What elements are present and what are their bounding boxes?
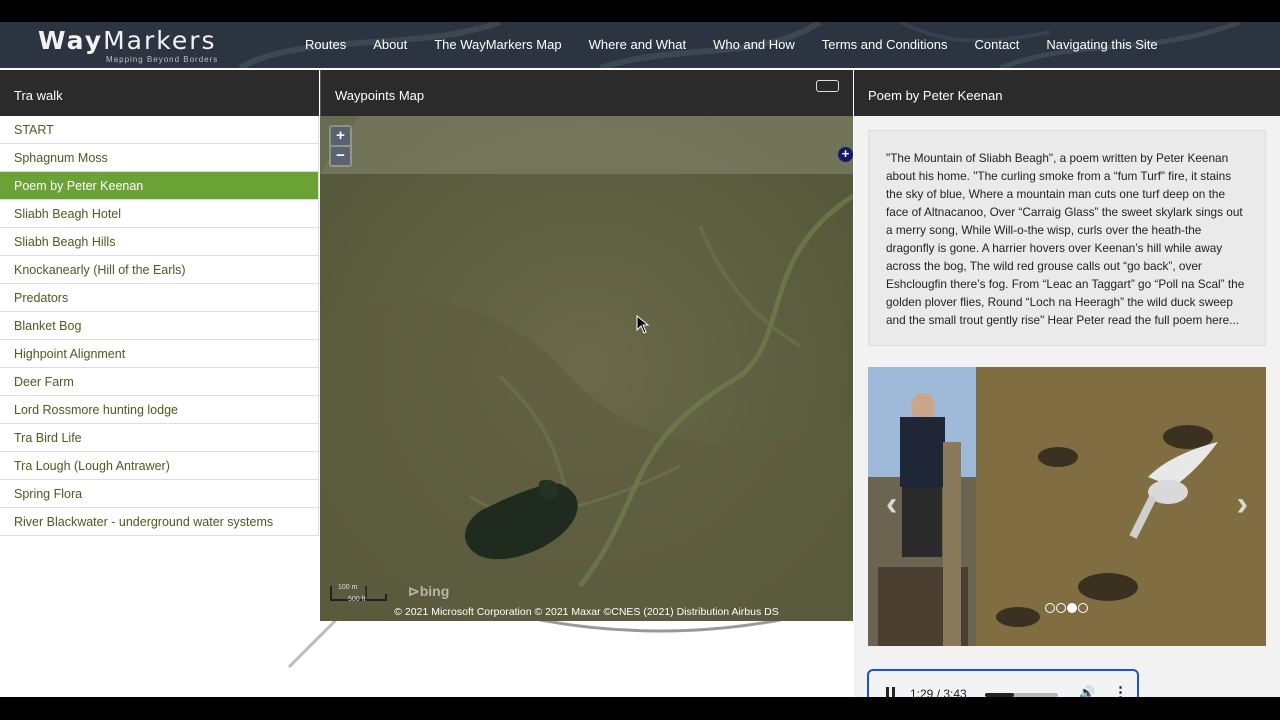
- carousel-prev-icon[interactable]: ‹: [886, 485, 897, 524]
- audio-player: 1:29 / 3:43 🔊 ⋮: [867, 669, 1139, 697]
- detail-title: Poem by Peter Keenan: [854, 70, 1280, 116]
- list-item[interactable]: Highpoint Alignment: [0, 340, 319, 368]
- scale-label-imperial: 500 ft: [348, 596, 366, 603]
- map-shadow-arc: [540, 620, 780, 633]
- audio-time: 1:29 / 3:43: [910, 687, 967, 697]
- fullscreen-button[interactable]: [816, 80, 839, 92]
- decorative-line: [287, 617, 339, 669]
- list-item[interactable]: Sphagnum Moss: [0, 144, 319, 172]
- list-item[interactable]: Deer Farm: [0, 368, 319, 396]
- detail-panel: Poem by Peter Keenan "The Mountain of Sl…: [854, 70, 1280, 697]
- map-copyright: © 2021 Microsoft Corporation © 2021 Maxa…: [394, 606, 779, 618]
- nav-routes[interactable]: Routes: [305, 37, 346, 52]
- volume-icon[interactable]: 🔊: [1079, 685, 1095, 697]
- list-item[interactable]: Sliabh Beagh Hotel: [0, 200, 319, 228]
- zoom-out-button[interactable]: −: [331, 147, 350, 165]
- add-tool-icon[interactable]: +: [838, 147, 853, 162]
- carousel-dot[interactable]: [1045, 603, 1055, 613]
- scale-label-metric: 100 m: [338, 584, 358, 591]
- main-nav: Routes About The WayMarkers Map Where an…: [305, 37, 1185, 52]
- list-item[interactable]: Tra Lough (Lough Antrawer): [0, 452, 319, 480]
- site-header: WayMarkers Mapping Beyond Borders Routes…: [0, 22, 1280, 68]
- list-item[interactable]: River Blackwater - underground water sys…: [0, 508, 319, 536]
- map-panel-title: Waypoints Map: [320, 70, 853, 116]
- logo[interactable]: WayMarkers: [38, 26, 217, 55]
- nav-terms[interactable]: Terms and Conditions: [822, 37, 948, 52]
- carousel-next-icon[interactable]: ›: [1237, 485, 1248, 524]
- image-carousel[interactable]: ‹ ›: [868, 367, 1266, 646]
- list-item[interactable]: Sliabh Beagh Hills: [0, 228, 319, 256]
- audio-progress[interactable]: [985, 693, 1058, 697]
- nav-waymarkers-map[interactable]: The WayMarkers Map: [434, 37, 561, 52]
- list-item[interactable]: Predators: [0, 284, 319, 312]
- scale-bar: 100 m 500 ft: [330, 584, 387, 604]
- carousel-dot[interactable]: [1056, 603, 1066, 613]
- bing-logo: ⊳bing: [408, 583, 450, 599]
- poem-text: "The Mountain of Sliabh Beagh", a poem w…: [868, 130, 1266, 346]
- nav-contact[interactable]: Contact: [975, 37, 1020, 52]
- zoom-control: + −: [329, 125, 352, 167]
- route-title: Tra walk: [0, 70, 319, 116]
- list-item[interactable]: Knockanearly (Hill of the Earls): [0, 256, 319, 284]
- list-item[interactable]: Blanket Bog: [0, 312, 319, 340]
- list-item[interactable]: Lord Rossmore hunting lodge: [0, 396, 319, 424]
- logo-tagline: Mapping Beyond Borders: [106, 55, 219, 64]
- mouse-cursor-icon: [636, 315, 650, 334]
- waypoint-list-panel: Tra walk START Sphagnum Moss Poem by Pet…: [0, 70, 319, 536]
- zoom-in-button[interactable]: +: [331, 127, 350, 145]
- list-item[interactable]: Spring Flora: [0, 480, 319, 508]
- nav-about[interactable]: About: [373, 37, 407, 52]
- list-item-active[interactable]: Poem by Peter Keenan: [0, 172, 319, 200]
- nav-navigating[interactable]: Navigating this Site: [1046, 37, 1157, 52]
- carousel-dot-active[interactable]: [1067, 603, 1077, 613]
- pause-icon[interactable]: [886, 687, 895, 697]
- more-options-icon[interactable]: ⋮: [1113, 683, 1128, 697]
- list-item[interactable]: Tra Bird Life: [0, 424, 319, 452]
- page: WayMarkers Mapping Beyond Borders Routes…: [0, 22, 1280, 697]
- carousel-dots: [1045, 603, 1088, 613]
- nav-where-and-what[interactable]: Where and What: [589, 37, 687, 52]
- satellite-map[interactable]: + − + 100 m 500 ft ⊳bing © 2021 Microsof…: [320, 116, 853, 621]
- carousel-dot[interactable]: [1078, 603, 1088, 613]
- map-panel: Waypoints Map + − + 100 m 500 ft ⊳bing ©…: [320, 70, 853, 621]
- detail-body: "The Mountain of Sliabh Beagh", a poem w…: [854, 116, 1280, 697]
- nav-who-and-how[interactable]: Who and How: [713, 37, 795, 52]
- satellite-imagery: [320, 116, 853, 621]
- list-item[interactable]: START: [0, 116, 319, 144]
